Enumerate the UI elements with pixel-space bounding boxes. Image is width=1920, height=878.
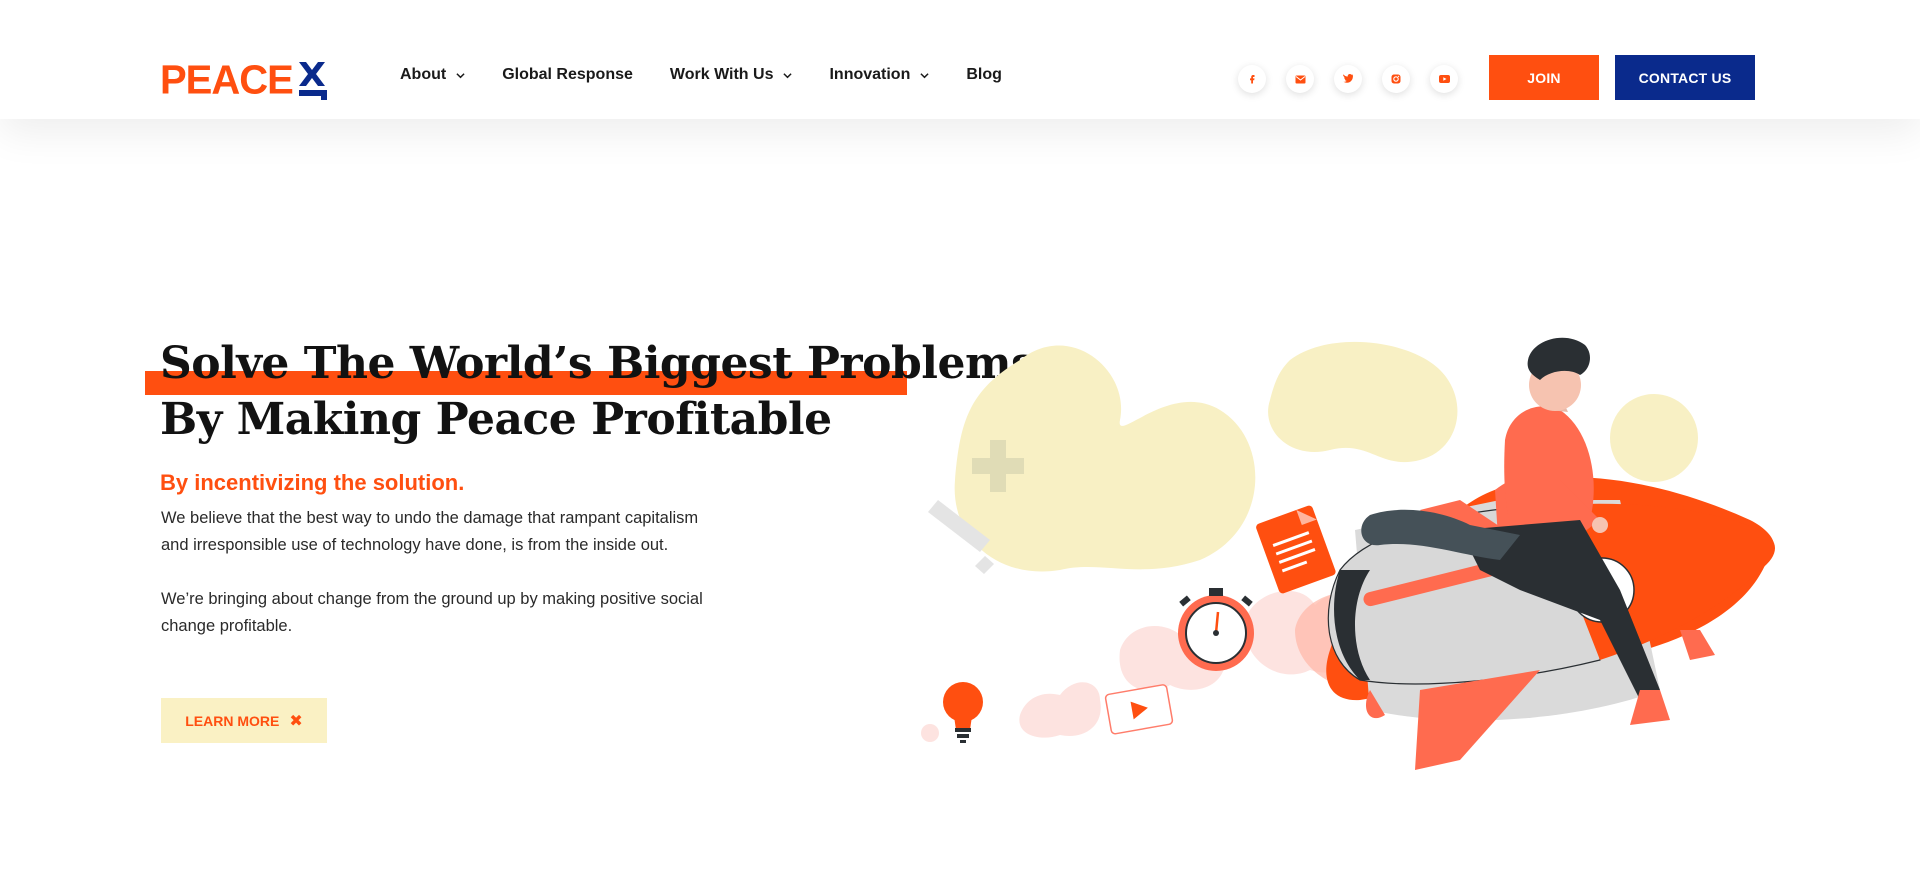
social-facebook[interactable] [1238,65,1266,93]
nav-item-blog[interactable]: Blog [966,66,1002,84]
nav-item-about[interactable]: About [400,66,465,84]
yellow-blob-small [1610,394,1698,482]
yellow-blob-mid [1268,341,1458,463]
dot-decoration [975,556,994,574]
pink-dot [921,724,939,742]
contact-label: CONTACT US [1638,69,1732,86]
nav-item-work-with-us[interactable]: Work With Us [670,66,793,84]
nav-label: Blog [966,66,1002,83]
hero-paragraph-1: We believe that the best way to undo the… [161,509,699,554]
logo-x-icon [298,62,327,100]
nav-label: Work With Us [669,66,774,83]
nav-label: About [400,66,447,83]
hero-title-line-2: By Making Peace Profitable [160,394,832,445]
social-links [1238,65,1478,93]
social-email[interactable] [1286,65,1314,93]
site-header: PEACE About Global Response Work With Us… [0,0,1920,119]
hero-body: We believe that the best way to undo the… [161,505,721,667]
main-nav: About Global Response Work With Us Innov… [400,66,1039,84]
chevron-down-icon [783,72,793,78]
stopwatch-icon [1178,588,1254,671]
hero-title-line-1: Solve The World’s Biggest Problems [160,338,1036,389]
hero-title: Solve The World’s Biggest Problems By Ma… [160,336,1036,448]
nav-item-global-response[interactable]: Global Response [502,66,633,84]
youtube-icon [1438,75,1450,83]
instagram-icon [1391,74,1401,84]
learn-more-button[interactable]: LEARN MORE ✖ [161,698,327,743]
lightbulb-icon [943,682,983,743]
chevron-down-icon [456,72,465,78]
pink-cloud-3 [1019,682,1101,738]
social-twitter[interactable] [1334,65,1362,93]
play-card-icon [1104,684,1174,735]
join-label: JOIN [1527,69,1561,86]
social-youtube[interactable] [1430,65,1458,93]
nav-label: Innovation [829,66,911,83]
twitter-icon [1342,74,1353,83]
hero-paragraph-2: We’re bringing about change from the gro… [161,590,703,635]
nav-item-innovation[interactable]: Innovation [829,66,929,84]
nav-label: Global Response [502,66,633,83]
chevron-down-icon [920,72,929,78]
join-button[interactable]: JOIN [1489,55,1599,100]
logo-text: PEACE [160,57,294,103]
contact-us-button[interactable]: CONTACT US [1615,55,1755,100]
social-instagram[interactable] [1382,65,1410,93]
logo[interactable]: PEACE [160,56,331,104]
x-icon: ✖ [289,712,303,730]
document-icon [1256,505,1336,594]
hero-illustration [921,337,1775,770]
hero-subtitle: By incentivizing the solution. [160,470,465,495]
email-icon [1295,75,1305,83]
learn-more-label: LEARN MORE [185,712,280,729]
facebook-icon [1250,75,1255,84]
